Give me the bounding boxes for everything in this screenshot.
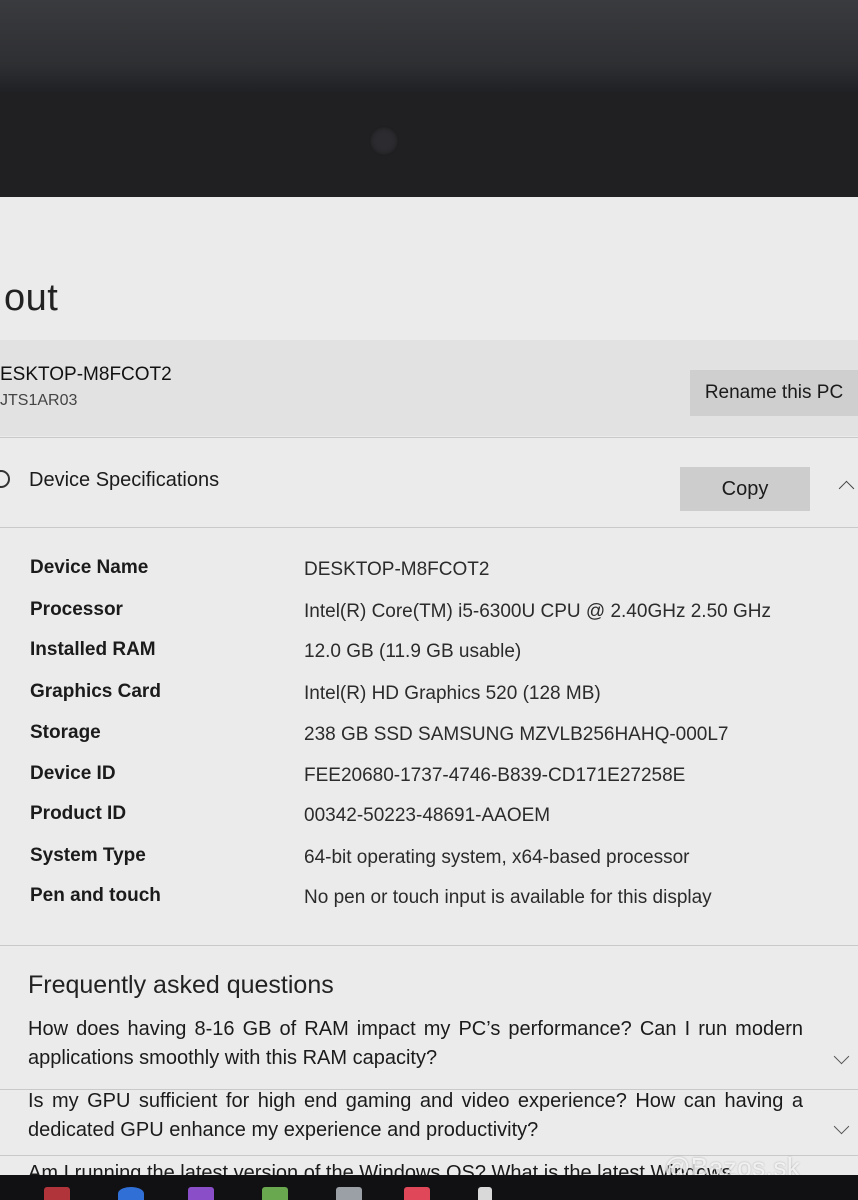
spec-value[interactable]: Intel(R) Core(TM) i5-6300U CPU @ 2.40GHz… xyxy=(304,601,771,623)
device-specifications-header[interactable]: Device Specifications Copy xyxy=(0,449,858,521)
faq-question[interactable]: How does having 8-16 GB of RAM impact my… xyxy=(28,1015,803,1073)
taskbar-app-icon[interactable] xyxy=(44,1187,70,1200)
spec-label: Device ID xyxy=(30,763,116,784)
spec-row-storage: Storage 238 GB SSD SAMSUNG MZVLB256HAHQ-… xyxy=(0,722,858,752)
spec-value[interactable]: DESKTOP-M8FCOT2 xyxy=(304,559,489,581)
taskbar-app-icon[interactable] xyxy=(478,1187,492,1200)
faq-title: Frequently asked questions xyxy=(28,971,334,999)
spec-label: Device Name xyxy=(30,557,149,578)
spec-label: Graphics Card xyxy=(30,681,161,702)
spec-row-device-name: Device Name DESKTOP-M8FCOT2 xyxy=(0,557,858,587)
chevron-up-icon[interactable] xyxy=(838,480,855,497)
taskbar-edge-icon[interactable] xyxy=(118,1187,144,1200)
spec-label: Processor xyxy=(30,599,123,620)
laptop-lid-top xyxy=(0,0,858,92)
faq-question[interactable]: Is my GPU sufficient for high end gaming… xyxy=(28,1087,803,1145)
device-icon xyxy=(0,470,10,488)
spec-row-system-type: System Type 64-bit operating system, x64… xyxy=(0,845,858,875)
page-title: out xyxy=(4,277,59,319)
spec-row-installed-ram: Installed RAM 12.0 GB (11.9 GB usable) xyxy=(0,639,858,669)
pc-model: JTS1AR03 xyxy=(0,392,78,409)
spec-row-graphics-card: Graphics Card Intel(R) HD Graphics 520 (… xyxy=(0,681,858,711)
spec-value[interactable]: 64-bit operating system, x64-based proce… xyxy=(304,847,689,869)
about-settings-page: out ESKTOP-M8FCOT2 JTS1AR03 Rename this … xyxy=(0,197,858,1175)
screen-bezel xyxy=(0,92,858,200)
spec-label: Storage xyxy=(30,722,101,743)
taskbar-app-icon[interactable] xyxy=(262,1187,288,1200)
section-title: Device Specifications xyxy=(29,469,220,491)
taskbar-app-icon[interactable] xyxy=(404,1187,430,1200)
taskbar xyxy=(0,1175,858,1200)
divider xyxy=(0,437,858,438)
spec-label: Pen and touch xyxy=(30,885,161,906)
spec-row-product-id: Product ID 00342-50223-48691-AAOEM xyxy=(0,803,858,833)
spec-value[interactable]: No pen or touch input is available for t… xyxy=(304,887,712,909)
pc-name: ESKTOP-M8FCOT2 xyxy=(0,364,172,385)
spec-value[interactable]: 12.0 GB (11.9 GB usable) xyxy=(304,641,521,663)
spec-value[interactable]: FEE20680-1737-4746-B839-CD171E27258E xyxy=(304,765,685,787)
chevron-down-icon[interactable] xyxy=(833,1048,850,1065)
taskbar-settings-icon[interactable] xyxy=(336,1187,362,1200)
spec-row-device-id: Device ID FEE20680-1737-4746-B839-CD171E… xyxy=(0,763,858,793)
taskbar-store-icon[interactable] xyxy=(188,1187,214,1200)
pc-info-block: ESKTOP-M8FCOT2 JTS1AR03 Rename this PC xyxy=(0,340,858,436)
spec-row-processor: Processor Intel(R) Core(TM) i5-6300U CPU… xyxy=(0,599,858,629)
rename-pc-button[interactable]: Rename this PC xyxy=(690,370,858,416)
spec-value[interactable]: 238 GB SSD SAMSUNG MZVLB256HAHQ-000L7 xyxy=(304,724,729,746)
copy-button[interactable]: Copy xyxy=(680,467,810,511)
webcam xyxy=(369,126,399,156)
chevron-down-icon[interactable] xyxy=(833,1118,850,1135)
divider xyxy=(0,945,858,946)
spec-label: System Type xyxy=(30,845,146,866)
spec-row-pen-and-touch: Pen and touch No pen or touch input is a… xyxy=(0,885,858,915)
spec-label: Product ID xyxy=(30,803,127,824)
spec-label: Installed RAM xyxy=(30,639,156,660)
watermark: @Bazos.sk xyxy=(664,1152,801,1175)
spec-value[interactable]: 00342-50223-48691-AAOEM xyxy=(304,805,550,827)
spec-value[interactable]: Intel(R) HD Graphics 520 (128 MB) xyxy=(304,683,601,705)
divider xyxy=(0,527,858,528)
